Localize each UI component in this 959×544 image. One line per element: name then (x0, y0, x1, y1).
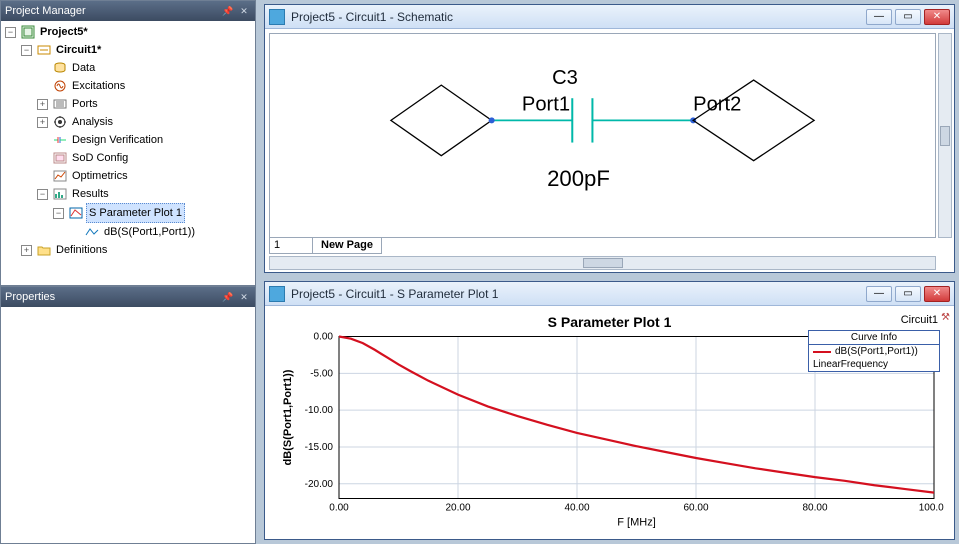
results-icon (52, 186, 68, 202)
svg-text:dB(S(Port1,Port1)): dB(S(Port1,Port1)) (282, 369, 294, 465)
window-icon (269, 286, 285, 302)
folder-icon (36, 242, 52, 258)
plot-titlebar[interactable]: Project5 - Circuit1 - S Parameter Plot 1… (265, 282, 954, 306)
close-icon[interactable]: ✕ (237, 4, 251, 18)
tree-item-analysis[interactable]: Analysis (70, 113, 115, 131)
scrollbar-thumb[interactable] (583, 258, 623, 268)
svg-text:100.00: 100.00 (919, 503, 944, 514)
circuit-icon (36, 42, 52, 58)
design-verification-icon (52, 132, 68, 148)
svg-text:F [MHz]: F [MHz] (617, 517, 656, 529)
plot-title: S Parameter Plot 1 (275, 314, 944, 330)
legend-sub: LinearFrequency (813, 359, 888, 370)
schematic-body: C3 Port1 Port2 200pF 1 New Page (265, 29, 954, 272)
new-page-tab[interactable]: New Page (312, 238, 382, 254)
page-number[interactable]: 1 (269, 238, 313, 254)
svg-text:0.00: 0.00 (329, 503, 349, 514)
tree-toggle[interactable]: − (5, 27, 16, 38)
legend-swatch (813, 351, 831, 353)
plot-icon (68, 205, 84, 221)
schematic-window: Project5 - Circuit1 - Schematic — ▭ ✕ (264, 4, 955, 273)
legend-header: Curve Info (809, 331, 939, 345)
tree-item-db-s[interactable]: dB(S(Port1,Port1)) (102, 223, 197, 241)
svg-text:20.00: 20.00 (445, 503, 470, 514)
svg-text:40.00: 40.00 (564, 503, 589, 514)
schematic-svg: C3 Port1 Port2 200pF (270, 34, 935, 237)
tree-item-s-parameter-plot[interactable]: S Parameter Plot 1 (86, 203, 185, 223)
svg-text:0.00: 0.00 (314, 332, 334, 343)
trace-icon (84, 224, 100, 240)
data-icon (52, 60, 68, 76)
close-button[interactable]: ✕ (924, 286, 950, 302)
excitations-icon (52, 78, 68, 94)
tree-toggle[interactable]: + (37, 117, 48, 128)
minimize-button[interactable]: — (866, 9, 892, 25)
port2-symbol[interactable] (693, 80, 814, 161)
tree-toggle[interactable]: − (37, 189, 48, 200)
minimize-button[interactable]: — (866, 286, 892, 302)
window-icon (269, 9, 285, 25)
tree-item-results[interactable]: Results (70, 185, 111, 203)
tree-toggle[interactable]: + (37, 99, 48, 110)
window-title: Project5 - Circuit1 - Schematic (291, 10, 863, 24)
tree-item-design-verification[interactable]: Design Verification (70, 131, 165, 149)
port2-label: Port2 (693, 93, 741, 115)
properties-body (1, 307, 255, 543)
properties-panel: Properties 📌 ✕ (0, 286, 256, 544)
svg-text:-5.00: -5.00 (310, 368, 333, 379)
plot-body: S Parameter Plot 1 Circuit1 ⚒ Curve Info… (265, 306, 954, 539)
tree-toggle[interactable]: − (21, 45, 32, 56)
capacitor-label: C3 (552, 67, 578, 89)
tree-toggle[interactable]: − (53, 208, 64, 219)
project-tree[interactable]: − Project5* − Circuit1* Data (1, 21, 255, 285)
plot-window: Project5 - Circuit1 - S Parameter Plot 1… (264, 281, 955, 540)
tree-item-ports[interactable]: Ports (70, 95, 100, 113)
pin-icon[interactable]: 📌 (221, 290, 235, 304)
schematic-canvas[interactable]: C3 Port1 Port2 200pF (269, 33, 936, 238)
project-manager-panel: Project Manager 📌 ✕ − Project5* − (0, 0, 256, 286)
tree-item-excitations[interactable]: Excitations (70, 77, 127, 95)
optimetrics-icon (52, 168, 68, 184)
tree-item-optimetrics[interactable]: Optimetrics (70, 167, 130, 185)
port1-label: Port1 (522, 93, 570, 115)
window-title: Project5 - Circuit1 - S Parameter Plot 1 (291, 287, 863, 301)
tree-item-definitions[interactable]: Definitions (54, 241, 109, 259)
tree-toggle[interactable]: + (21, 245, 32, 256)
horizontal-scrollbar[interactable] (269, 256, 936, 270)
project-manager-header: Project Manager 📌 ✕ (1, 1, 255, 21)
pin-icon[interactable]: 📌 (221, 4, 235, 18)
ports-icon (52, 96, 68, 112)
tree-item-data[interactable]: Data (70, 59, 97, 77)
close-button[interactable]: ✕ (924, 9, 950, 25)
svg-text:80.00: 80.00 (802, 503, 827, 514)
capacitor-value: 200pF (547, 166, 610, 191)
antenna-icon: ⚒ (941, 312, 950, 323)
svg-text:-10.00: -10.00 (305, 405, 334, 416)
tree-item-sod-config[interactable]: SoD Config (70, 149, 130, 167)
schematic-titlebar[interactable]: Project5 - Circuit1 - Schematic — ▭ ✕ (265, 5, 954, 29)
tree-item-circuit[interactable]: Circuit1* (54, 41, 103, 59)
plot-legend[interactable]: Curve Info dB(S(Port1,Port1)) LinearFreq… (808, 330, 940, 372)
svg-text:60.00: 60.00 (683, 503, 708, 514)
node-dot (489, 117, 495, 123)
project-icon (20, 24, 36, 40)
plot-circuit-label: Circuit1 (901, 314, 938, 326)
legend-item: dB(S(Port1,Port1)) (835, 346, 918, 357)
svg-text:-20.00: -20.00 (305, 479, 334, 490)
panel-title: Properties (5, 291, 219, 303)
panel-title: Project Manager (5, 5, 219, 17)
close-icon[interactable]: ✕ (237, 290, 251, 304)
maximize-button[interactable]: ▭ (895, 9, 921, 25)
properties-header: Properties 📌 ✕ (1, 287, 255, 307)
scrollbar-thumb[interactable] (940, 126, 950, 146)
svg-text:-15.00: -15.00 (305, 442, 334, 453)
tree-item-project[interactable]: Project5* (38, 23, 90, 41)
sod-config-icon (52, 150, 68, 166)
port1-symbol[interactable] (391, 85, 492, 156)
maximize-button[interactable]: ▭ (895, 286, 921, 302)
vertical-scrollbar[interactable] (938, 33, 952, 238)
analysis-icon (52, 114, 68, 130)
